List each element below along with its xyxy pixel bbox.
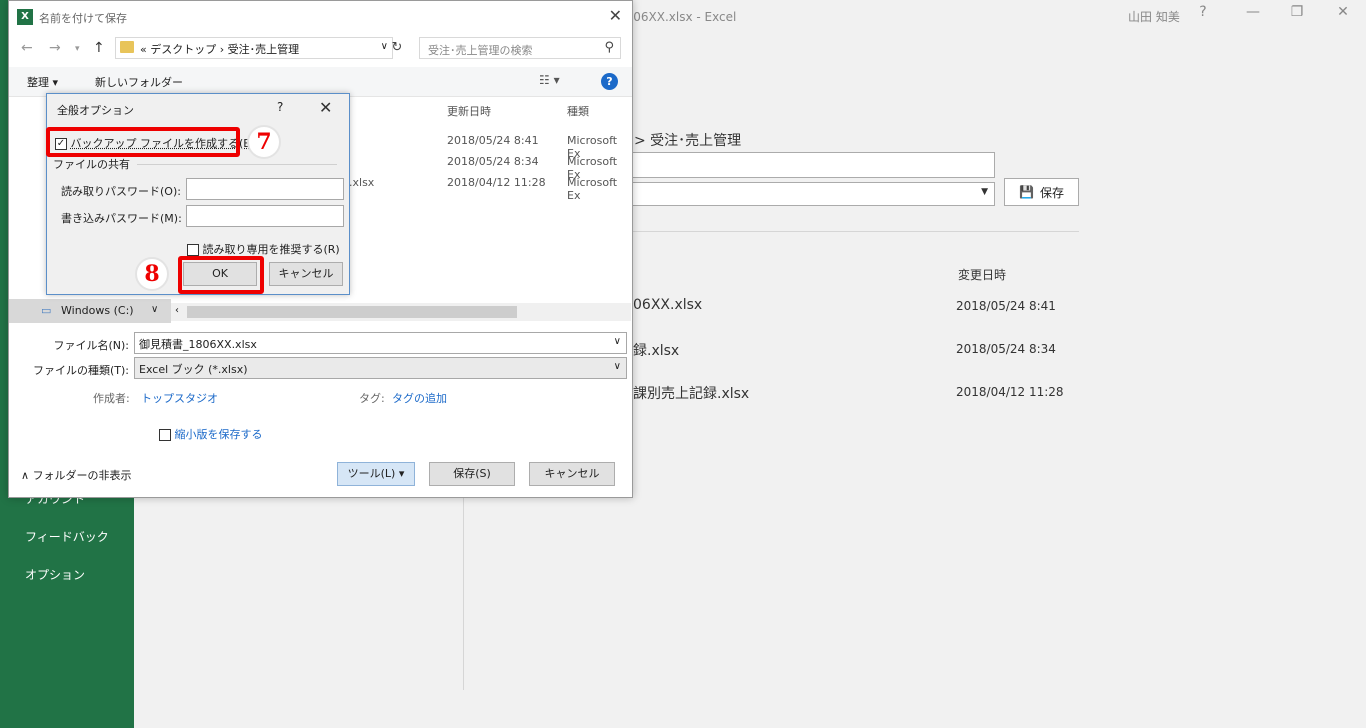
read-password-label: 読み取りパスワード(O): <box>61 185 181 198</box>
dialog-titlebar: X 名前を付けて保存 ✕ <box>9 1 632 33</box>
new-folder-button[interactable]: 新しいフォルダー <box>95 74 183 90</box>
navigation-bar: ← → ▾ ↑ « デスクトップ › 受注･売上管理 ∨ ↻ 受注･売上管理の検… <box>9 35 632 63</box>
scroll-left-icon[interactable]: ‹ <box>175 305 179 316</box>
address-path: « デスクトップ › 受注･売上管理 <box>140 43 300 56</box>
filetype-select[interactable]: Excel ブック (*.xlsx) ∨ <box>134 357 627 379</box>
backstage-save-label: 保存 <box>1039 185 1064 200</box>
refresh-icon[interactable]: ↻ <box>387 37 407 59</box>
step-7-badge: 7 <box>247 125 281 159</box>
breadcrumb: > 受注･売上管理 <box>634 133 742 149</box>
excel-icon: X <box>17 9 33 25</box>
cancel-button[interactable]: キャンセル <box>529 462 615 486</box>
user-name[interactable]: 山田 知美 <box>1128 8 1180 25</box>
backstage-filetype-select[interactable]: ▼ <box>620 182 995 206</box>
nav-options[interactable]: オプション <box>25 566 85 583</box>
horizontal-scrollbar[interactable]: ‹ <box>171 303 631 321</box>
tools-label: ツール(L) <box>347 467 396 480</box>
drive-icon: ▭ <box>41 304 52 317</box>
file-sharing-heading: ファイルの共有 <box>53 158 130 171</box>
checkbox[interactable] <box>187 244 199 256</box>
chevron-up-icon: ∧ <box>21 469 30 482</box>
chevron-down-icon[interactable]: ∨ <box>614 361 621 372</box>
scrollbar-thumb[interactable] <box>187 306 517 318</box>
save-icon: 💾 <box>1019 185 1034 199</box>
filename-label: ファイル名(N): <box>53 339 129 352</box>
list-item-date: 2018/04/12 11:28 <box>956 385 1064 399</box>
chevron-down-icon[interactable]: ∨ <box>151 304 158 315</box>
column-date[interactable]: 更新日時 <box>447 103 491 127</box>
help-icon[interactable]: ? <box>601 73 618 90</box>
filename-field[interactable]: 御見積書_1806XX.xlsx ∨ <box>134 332 627 354</box>
read-only-label: 読み取り専用を推奨する(R) <box>202 243 340 256</box>
author-link[interactable]: トップスタジオ <box>141 390 218 406</box>
tools-button[interactable]: ツール(L) ▾ <box>337 462 415 486</box>
list-item[interactable]: 録.xlsx <box>633 340 679 360</box>
filename-value: 御見積書_1806XX.xlsx <box>139 338 257 351</box>
row-date: 2018/05/24 8:41 <box>447 134 539 147</box>
list-item[interactable]: 06XX.xlsx <box>633 297 702 313</box>
row-name[interactable]: .xlsx <box>349 176 374 189</box>
forward-arrow-icon[interactable]: → <box>49 40 61 56</box>
step-8-badge: 8 <box>135 257 169 291</box>
sidebar-item-windows-c[interactable]: ▭ Windows (C:) ∨ <box>9 299 171 323</box>
write-password-label: 書き込みパスワード(M): <box>61 212 182 225</box>
up-arrow-icon[interactable]: ↑ <box>93 40 105 56</box>
organize-button[interactable]: 整理 ▾ <box>27 74 58 90</box>
search-icon: ⚲ <box>604 40 614 55</box>
row-date: 2018/04/12 11:28 <box>447 176 546 189</box>
save-form: ファイル名(N): 御見積書_1806XX.xlsx ∨ ファイルの種類(T):… <box>9 327 632 497</box>
close-icon[interactable]: ✕ <box>609 6 622 25</box>
close-icon[interactable]: ✕ <box>319 98 332 117</box>
author-label: 作成者: <box>93 392 130 405</box>
read-password-input[interactable] <box>186 178 344 200</box>
view-options-icon[interactable]: ☷ ▾ <box>539 73 560 87</box>
list-item-date: 2018/05/24 8:41 <box>956 299 1056 313</box>
tags-link[interactable]: タグの追加 <box>392 390 447 406</box>
back-arrow-icon[interactable]: ← <box>21 40 33 56</box>
read-only-checkbox[interactable]: 読み取り専用を推奨する(R) <box>187 241 340 257</box>
address-bar[interactable]: « デスクトップ › 受注･売上管理 ∨ <box>115 37 393 59</box>
highlight-box-backup <box>46 127 240 157</box>
divider <box>137 164 337 165</box>
list-item[interactable]: 課別売上記録.xlsx <box>633 383 749 403</box>
column-modified[interactable]: 変更日時 <box>958 266 1006 283</box>
thumbnail-checkbox[interactable]: 縮小版を保存する <box>159 426 263 442</box>
save-button[interactable]: 保存(S) <box>429 462 515 486</box>
hide-folders-toggle[interactable]: ∧ フォルダーの非表示 <box>21 467 132 483</box>
chevron-down-icon[interactable]: ∨ <box>614 336 621 347</box>
folder-icon <box>120 41 134 53</box>
options-cancel-button[interactable]: キャンセル <box>269 262 343 286</box>
row-date: 2018/05/24 8:34 <box>447 155 539 168</box>
filetype-value: Excel ブック (*.xlsx) <box>139 363 248 376</box>
minimize-icon[interactable]: — <box>1238 4 1268 20</box>
help-icon[interactable]: ? <box>277 100 283 114</box>
dialog-title: 名前を付けて保存 <box>39 12 127 25</box>
write-password-input[interactable] <box>186 205 344 227</box>
tags-label: タグ: <box>359 392 385 405</box>
filetype-label: ファイルの種類(T): <box>32 364 129 377</box>
chevron-down-icon: ▾ <box>398 467 405 480</box>
list-item-date: 2018/05/24 8:34 <box>956 342 1056 356</box>
dialog-title: 全般オプション <box>57 104 134 117</box>
chevron-down-icon: ▼ <box>981 187 988 197</box>
drive-label: Windows (C:) <box>61 304 134 317</box>
recent-chevron-icon[interactable]: ▾ <box>75 44 80 54</box>
column-type[interactable]: 種類 <box>567 103 589 127</box>
hide-folders-label: フォルダーの非表示 <box>32 469 132 482</box>
row-type: Microsoft Ex <box>567 176 618 202</box>
backstage-filename-input[interactable] <box>620 152 995 178</box>
nav-feedback[interactable]: フィードバック <box>25 528 109 545</box>
search-input[interactable]: 受注･売上管理の検索 ⚲ <box>419 37 621 59</box>
restore-icon[interactable]: ❐ <box>1282 4 1312 20</box>
close-icon[interactable]: ✕ <box>1328 4 1358 20</box>
thumbnail-label: 縮小版を保存する <box>174 428 263 441</box>
highlight-box-ok <box>178 256 264 294</box>
search-placeholder: 受注･売上管理の検索 <box>428 44 533 57</box>
checkbox[interactable] <box>159 429 171 441</box>
backstage-save-button[interactable]: 💾 保存 <box>1004 178 1079 206</box>
help-icon[interactable]: ? <box>1188 4 1218 20</box>
